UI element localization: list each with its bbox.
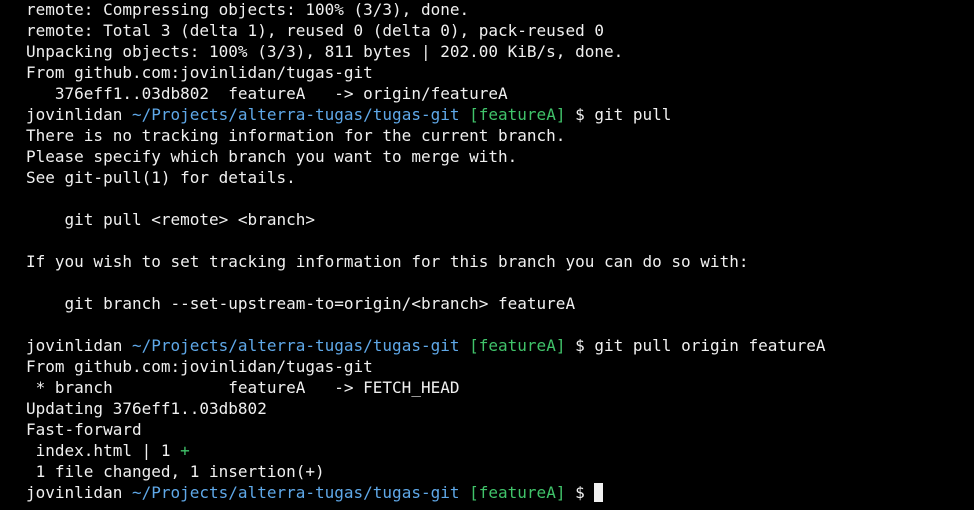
output-line: * branch featureA -> FETCH_HEAD: [26, 378, 460, 397]
output-line: index.html | 1 +: [26, 440, 974, 461]
prompt-path: ~/Projects/alterra-tugas/tugas-git: [131, 336, 460, 355]
prompt-branch: [featureA]: [469, 483, 566, 502]
output-line: Please specify which branch you want to …: [26, 147, 518, 166]
prompt-path: ~/Projects/alterra-tugas/tugas-git: [131, 105, 460, 124]
output-line: git pull <remote> <branch>: [26, 210, 315, 229]
prompt-line: jovinlidan ~/Projects/alterra-tugas/tuga…: [26, 335, 974, 356]
output-line: From github.com:jovinlidan/tugas-git: [26, 63, 373, 82]
output-line: If you wish to set tracking information …: [26, 252, 749, 271]
prompt-user: jovinlidan: [26, 105, 123, 124]
terminal-window[interactable]: remote: Compressing objects: 100% (3/3),…: [0, 0, 974, 510]
prompt-path: ~/Projects/alterra-tugas/tugas-git: [131, 483, 460, 502]
prompt-branch: [featureA]: [469, 105, 566, 124]
prompt-line: jovinlidan ~/Projects/alterra-tugas/tuga…: [26, 104, 974, 125]
prompt-symbol: $: [575, 105, 585, 124]
prompt-symbol: $: [575, 336, 585, 355]
text-cursor[interactable]: [594, 483, 604, 502]
prompt-user: jovinlidan: [26, 483, 123, 502]
output-line: remote: Total 3 (delta 1), reused 0 (del…: [26, 21, 604, 40]
prompt-command: git pull origin featureA: [594, 336, 826, 355]
output-line: There is no tracking information for the…: [26, 126, 566, 145]
output-line: Updating 376eff1..03db802: [26, 399, 267, 418]
diffstat-text: index.html | 1: [26, 441, 181, 460]
output-line: Fast-forward: [26, 420, 142, 439]
output-line: Unpacking objects: 100% (3/3), 811 bytes…: [26, 42, 624, 61]
output-line: 1 file changed, 1 insertion(+): [26, 462, 325, 481]
output-line: 376eff1..03db802 featureA -> origin/feat…: [26, 84, 508, 103]
terminal-output: remote: Compressing objects: 100% (3/3),…: [26, 0, 974, 503]
prompt-branch: [featureA]: [469, 336, 566, 355]
prompt-command: git pull: [594, 105, 672, 124]
prompt-line-active[interactable]: jovinlidan ~/Projects/alterra-tugas/tuga…: [26, 482, 974, 503]
diffstat-plus: +: [180, 441, 190, 460]
prompt-symbol: $: [575, 483, 585, 502]
output-line: git branch --set-upstream-to=origin/<bra…: [26, 294, 576, 313]
output-line: From github.com:jovinlidan/tugas-git: [26, 357, 373, 376]
output-line: remote: Compressing objects: 100% (3/3),…: [26, 0, 470, 19]
prompt-user: jovinlidan: [26, 336, 123, 355]
output-line: See git-pull(1) for details.: [26, 168, 296, 187]
